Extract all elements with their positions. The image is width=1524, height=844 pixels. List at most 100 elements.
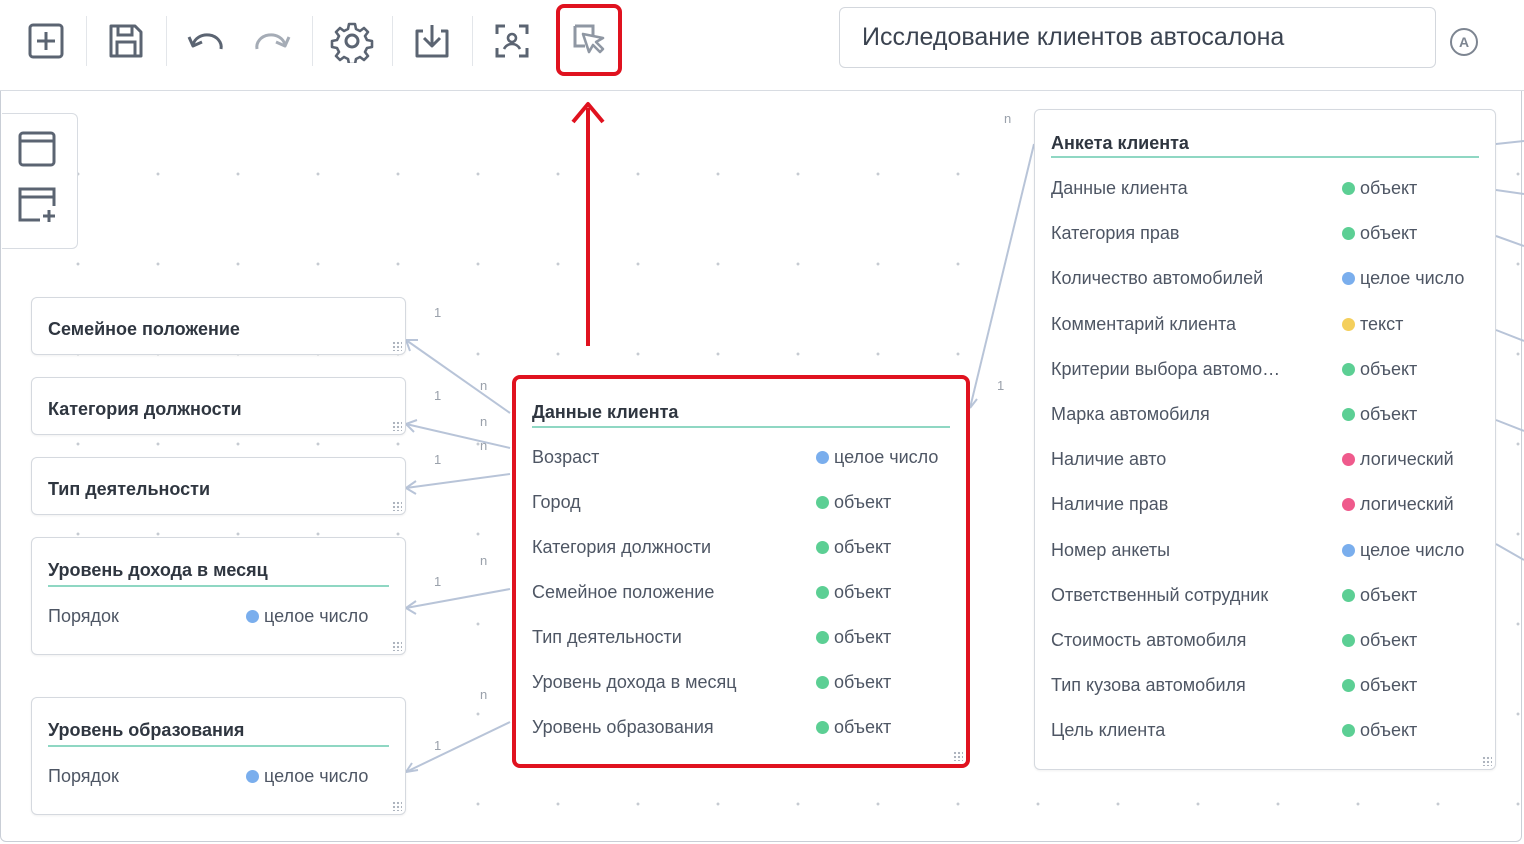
entity-card-marital[interactable]: Семейное положение <box>31 297 406 355</box>
type-dot <box>816 676 829 689</box>
field-type: объект <box>1342 178 1417 199</box>
focus-button[interactable] <box>486 14 538 68</box>
field-type-label: объект <box>1360 630 1418 650</box>
type-dot <box>246 770 259 783</box>
save-button[interactable] <box>100 14 152 68</box>
toolbar: A <box>0 0 1524 91</box>
field-type: объект <box>816 582 891 603</box>
entity-card-position[interactable]: Категория должности <box>31 377 406 435</box>
field-name: Уровень образования <box>532 717 714 737</box>
redo-button[interactable] <box>246 14 298 68</box>
field-type: объект <box>816 717 891 738</box>
field-type: целое число <box>246 766 368 787</box>
field-type-label: объект <box>1360 223 1418 244</box>
undo-button[interactable] <box>180 14 232 68</box>
card-title-underline <box>532 426 950 428</box>
add-entity-button[interactable] <box>14 126 60 172</box>
add-button[interactable] <box>20 14 72 68</box>
type-dot <box>1342 724 1355 738</box>
field-type-label: объект <box>834 492 892 512</box>
field-type-label: объект <box>1360 404 1418 424</box>
resize-handle[interactable] <box>392 341 402 351</box>
field-type-label: объект <box>834 627 892 647</box>
add-window-icon <box>18 187 56 222</box>
field-name: Категория прав <box>1051 223 1180 244</box>
scan-focus-icon <box>495 24 529 58</box>
field-type-label: целое число <box>1360 539 1465 560</box>
entity-card-education[interactable]: Уровень образования Порядок целое число <box>31 697 406 815</box>
field-type: объект <box>1342 404 1417 425</box>
type-dot <box>246 610 259 623</box>
type-dot <box>1342 227 1355 241</box>
type-dot <box>816 721 829 734</box>
field-type-label: объект <box>834 537 892 557</box>
type-dot <box>1342 543 1355 557</box>
card-title: Уровень дохода в месяц <box>48 560 268 580</box>
field-type: текст <box>1342 314 1403 335</box>
resize-handle[interactable] <box>1482 756 1492 766</box>
field-type-label: логический <box>1360 494 1454 515</box>
card-title: Семейное положение <box>48 319 240 339</box>
field-type: логический <box>1342 449 1454 470</box>
card-title: Уровень образования <box>48 720 245 740</box>
type-dot <box>1342 498 1355 512</box>
field-name: Тип кузова автомобиля <box>1051 675 1246 696</box>
entity-card-activity[interactable]: Тип деятельности <box>31 457 406 515</box>
field-type: объект <box>1342 585 1417 606</box>
field-type-label: целое число <box>264 766 369 786</box>
field-name: Наличие авто <box>1051 449 1167 470</box>
field-name: Стоимость автомобиля <box>1051 630 1247 650</box>
document-title-box[interactable] <box>839 7 1436 68</box>
field-type: объект <box>1342 630 1417 651</box>
field-type-label: объект <box>1360 358 1418 379</box>
resize-handle[interactable] <box>392 421 402 431</box>
card-title: Категория должности <box>48 399 242 419</box>
field-type-label: объект <box>834 582 892 602</box>
document-title-input[interactable] <box>840 8 1422 67</box>
undo-arrow-icon <box>187 33 223 50</box>
card-title-underline <box>1051 156 1479 158</box>
side-panel <box>2 113 78 249</box>
type-dot <box>1342 588 1355 602</box>
field-name: Данные клиента <box>1051 178 1188 198</box>
type-dot <box>1342 182 1355 195</box>
download-button[interactable] <box>406 14 458 68</box>
field-type: объект <box>816 627 891 648</box>
field-type: объект <box>1342 223 1417 244</box>
field-name: Тип деятельности <box>532 627 682 647</box>
field-type: целое число <box>246 606 368 627</box>
resize-handle[interactable] <box>953 751 963 761</box>
field-type: объект <box>816 537 891 558</box>
entity-card-questionnaire[interactable]: Анкета клиента Данные клиента объект Катег… <box>1034 109 1496 770</box>
field-type: логический <box>1342 494 1454 515</box>
type-dot <box>1342 362 1355 376</box>
field-name: Цель клиента <box>1051 720 1166 741</box>
type-dot <box>1342 634 1355 647</box>
field-type-label: объект <box>1360 178 1418 198</box>
field-name: Марка автомобиля <box>1051 404 1210 424</box>
field-type-label: объект <box>834 672 892 692</box>
settings-button[interactable] <box>326 14 378 68</box>
field-name: Категория должности <box>532 537 712 557</box>
field-type-label: целое число <box>1360 268 1465 289</box>
field-name: Уровень дохода в месяц <box>532 672 737 692</box>
field-name: Номер анкеты <box>1051 539 1171 560</box>
avatar-icon[interactable]: A <box>1450 28 1478 56</box>
field-name: Критерии выбора автомо… <box>1051 358 1281 379</box>
field-type-label: текст <box>1360 313 1404 334</box>
type-dot <box>1342 679 1355 693</box>
field-type: целое число <box>816 447 938 468</box>
field-name: Наличие прав <box>1051 494 1169 515</box>
resize-handle[interactable] <box>392 501 402 511</box>
field-name: Комментарий клиента <box>1051 313 1237 334</box>
card-title: Данные клиента <box>532 402 679 422</box>
edit-selection-button[interactable] <box>556 4 622 76</box>
resize-handle[interactable] <box>392 801 402 811</box>
entity-card-income[interactable]: Уровень дохода в месяц Порядок целое чис… <box>31 537 406 655</box>
add-linked-entity-button[interactable] <box>14 182 60 228</box>
field-name: Ответственный сотрудник <box>1051 584 1269 605</box>
resize-handle[interactable] <box>392 641 402 651</box>
field-name: Город <box>532 492 581 512</box>
entity-card-client-data[interactable]: Данные клиента Возраст целое число Город об… <box>512 375 970 768</box>
type-dot <box>1342 453 1355 467</box>
